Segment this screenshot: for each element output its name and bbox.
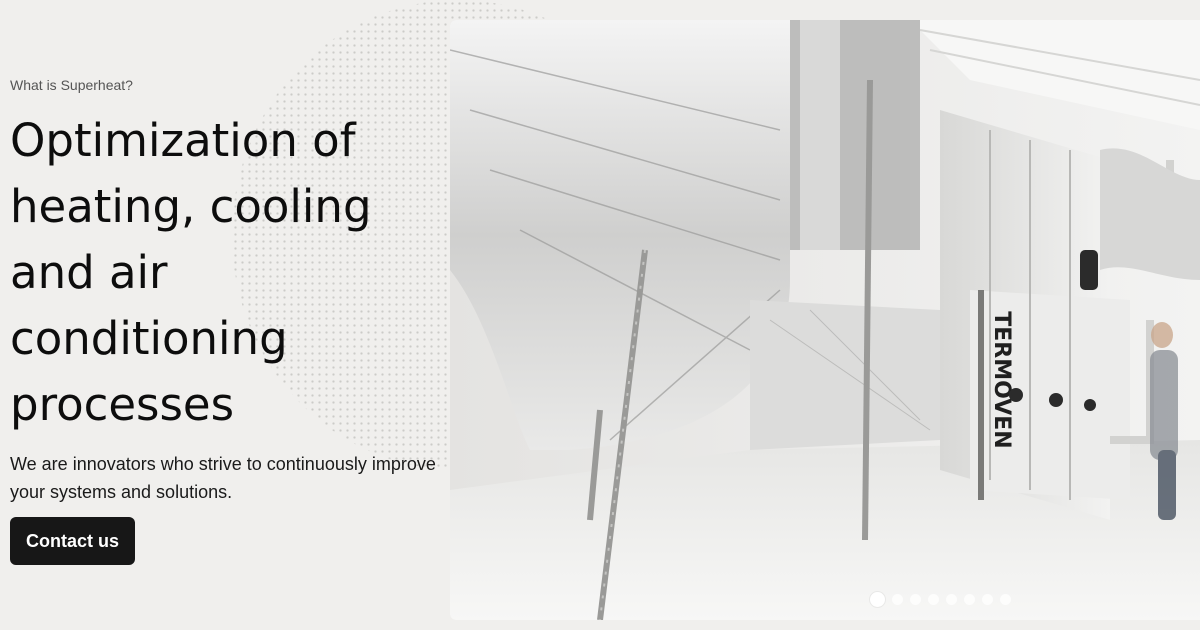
slider-pagination bbox=[870, 592, 1011, 607]
unit-brand-text: TERMOVEN bbox=[989, 311, 1014, 448]
hero-subtext: We are innovators who strive to continuo… bbox=[10, 454, 436, 502]
hero-headline: Optimization of heating, cooling and air… bbox=[10, 114, 372, 431]
slider-dot-8[interactable] bbox=[1000, 594, 1011, 605]
slider-dot-3[interactable] bbox=[910, 594, 921, 605]
slider-dot-6[interactable] bbox=[964, 594, 975, 605]
hero-text-section: What is Superheat? Optimization of heati… bbox=[10, 0, 450, 630]
slider-dot-4[interactable] bbox=[928, 594, 939, 605]
hvac-room-illustration: TERMOVEN bbox=[450, 20, 1200, 620]
slider-dot-2[interactable] bbox=[892, 594, 903, 605]
slider-dot-5[interactable] bbox=[946, 594, 957, 605]
hero-image-hvac-room: TERMOVEN bbox=[450, 20, 1200, 620]
slider-dot-7[interactable] bbox=[982, 594, 993, 605]
slider-dot-1[interactable] bbox=[870, 592, 885, 607]
contact-us-button[interactable]: Contact us bbox=[10, 517, 136, 565]
hero-eyebrow: What is Superheat? bbox=[10, 77, 133, 93]
